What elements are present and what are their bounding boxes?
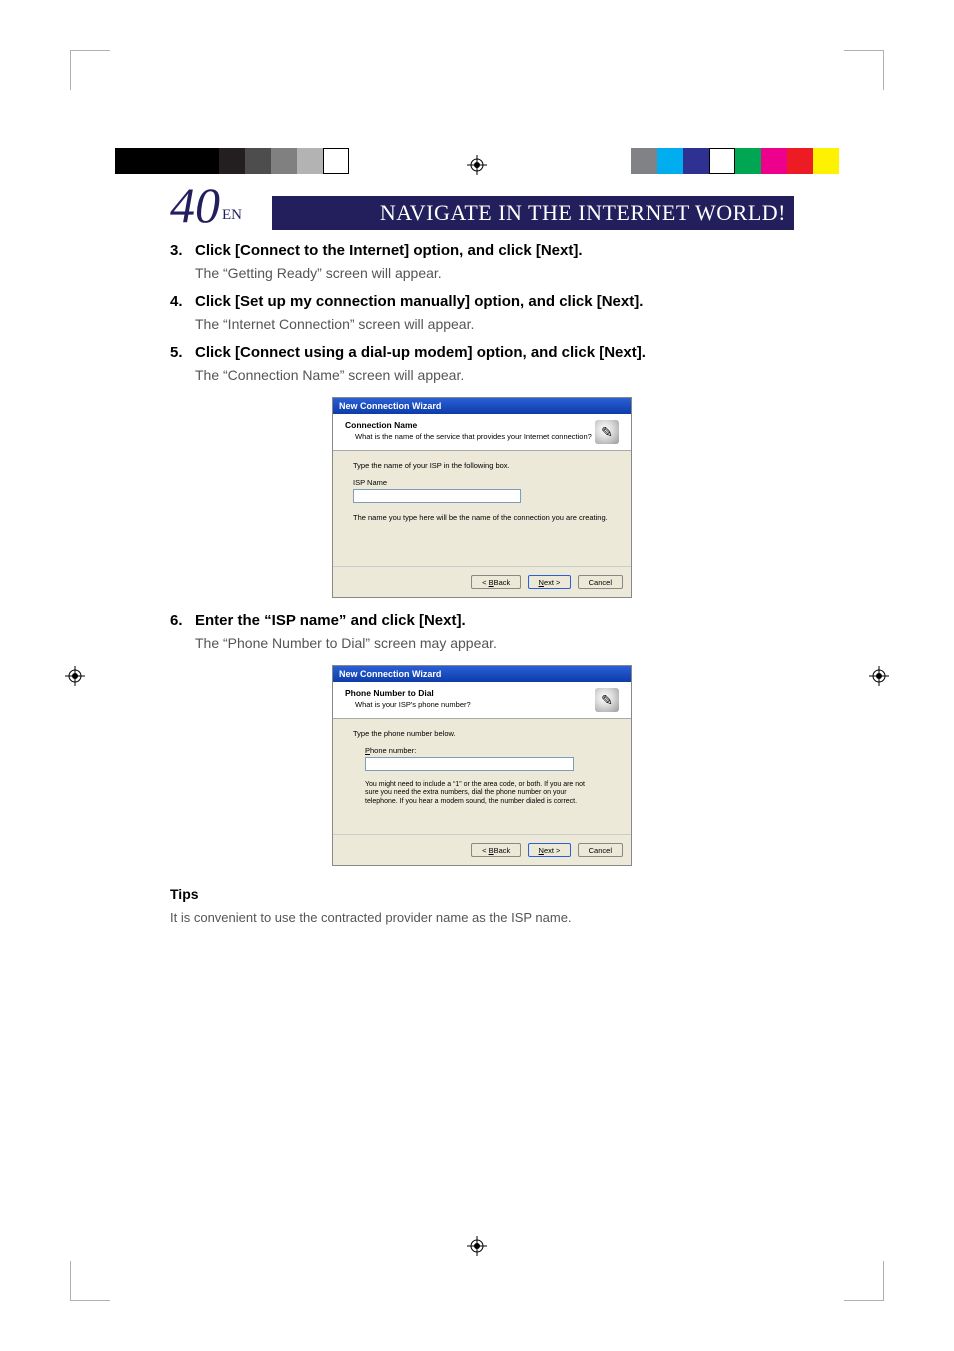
section-title: NAVIGATE IN THE INTERNET WORLD! bbox=[272, 196, 794, 230]
registration-mark-icon bbox=[467, 155, 487, 175]
isp-name-input[interactable] bbox=[353, 489, 521, 503]
page-header: 40 EN NAVIGATE IN THE INTERNET WORLD! bbox=[170, 180, 794, 230]
dialog-titlebar: New Connection Wizard bbox=[333, 666, 631, 682]
step-number: 5. bbox=[170, 344, 195, 361]
step-number: 4. bbox=[170, 293, 195, 310]
back-button[interactable]: < BBack bbox=[471, 843, 521, 857]
dialog-heading: Phone Number to Dial bbox=[345, 688, 595, 698]
step-title: Enter the “ISP name” and click [Next]. bbox=[195, 612, 466, 629]
next-button[interactable]: Next > bbox=[528, 843, 572, 857]
tips-heading: Tips bbox=[170, 886, 794, 902]
field-label: Phone number: bbox=[365, 746, 611, 755]
field-label: ISP Name bbox=[353, 478, 611, 487]
registration-mark-icon bbox=[467, 1236, 487, 1256]
phone-number-dialog: New Connection Wizard Phone Number to Di… bbox=[332, 665, 632, 866]
instruction-step: 4. Click [Set up my connection manually]… bbox=[170, 293, 794, 332]
phone-number-input[interactable] bbox=[365, 757, 574, 771]
field-instruction: Type the phone number below. bbox=[353, 729, 611, 738]
color-calibration-bar bbox=[631, 148, 839, 174]
instruction-step: 6. Enter the “ISP name” and click [Next]… bbox=[170, 612, 794, 651]
back-button[interactable]: < BBack bbox=[471, 575, 521, 589]
page-number-suffix: EN bbox=[222, 207, 242, 224]
next-button[interactable]: Next > bbox=[528, 575, 572, 589]
dialog-subheading: What is the name of the service that pro… bbox=[355, 432, 595, 441]
step-number: 3. bbox=[170, 242, 195, 259]
page-number: 40 bbox=[170, 180, 220, 230]
dialog-titlebar: New Connection Wizard bbox=[333, 398, 631, 414]
connection-name-dialog: New Connection Wizard Connection Name Wh… bbox=[332, 397, 632, 598]
dialog-subheading: What is your ISP's phone number? bbox=[355, 700, 595, 709]
field-note: The name you type here will be the name … bbox=[353, 513, 611, 522]
step-description: The “Internet Connection” screen will ap… bbox=[195, 316, 794, 332]
step-title: Click [Set up my connection manually] op… bbox=[195, 293, 643, 310]
crop-mark bbox=[70, 1261, 110, 1301]
crop-mark bbox=[844, 1261, 884, 1301]
wizard-icon: ✎ bbox=[595, 420, 619, 444]
step-number: 6. bbox=[170, 612, 195, 629]
step-title: Click [Connect using a dial-up modem] op… bbox=[195, 344, 646, 361]
crop-mark bbox=[70, 50, 110, 90]
cancel-button[interactable]: Cancel bbox=[578, 843, 623, 857]
instruction-step: 3. Click [Connect to the Internet] optio… bbox=[170, 242, 794, 281]
step-title: Click [Connect to the Internet] option, … bbox=[195, 242, 583, 259]
step-description: The “Connection Name” screen will appear… bbox=[195, 367, 794, 383]
field-instruction: Type the name of your ISP in the followi… bbox=[353, 461, 611, 470]
wizard-icon: ✎ bbox=[595, 688, 619, 712]
registration-mark-icon bbox=[65, 666, 85, 686]
field-note: You might need to include a “1” or the a… bbox=[365, 781, 599, 806]
color-calibration-bar bbox=[115, 148, 349, 174]
registration-mark-icon bbox=[869, 666, 889, 686]
dialog-heading: Connection Name bbox=[345, 420, 595, 430]
tips-body: It is convenient to use the contracted p… bbox=[170, 910, 794, 925]
instruction-step: 5. Click [Connect using a dial-up modem]… bbox=[170, 344, 794, 383]
step-description: The “Getting Ready” screen will appear. bbox=[195, 265, 794, 281]
cancel-button[interactable]: Cancel bbox=[578, 575, 623, 589]
step-description: The “Phone Number to Dial” screen may ap… bbox=[195, 635, 794, 651]
crop-mark bbox=[844, 50, 884, 90]
